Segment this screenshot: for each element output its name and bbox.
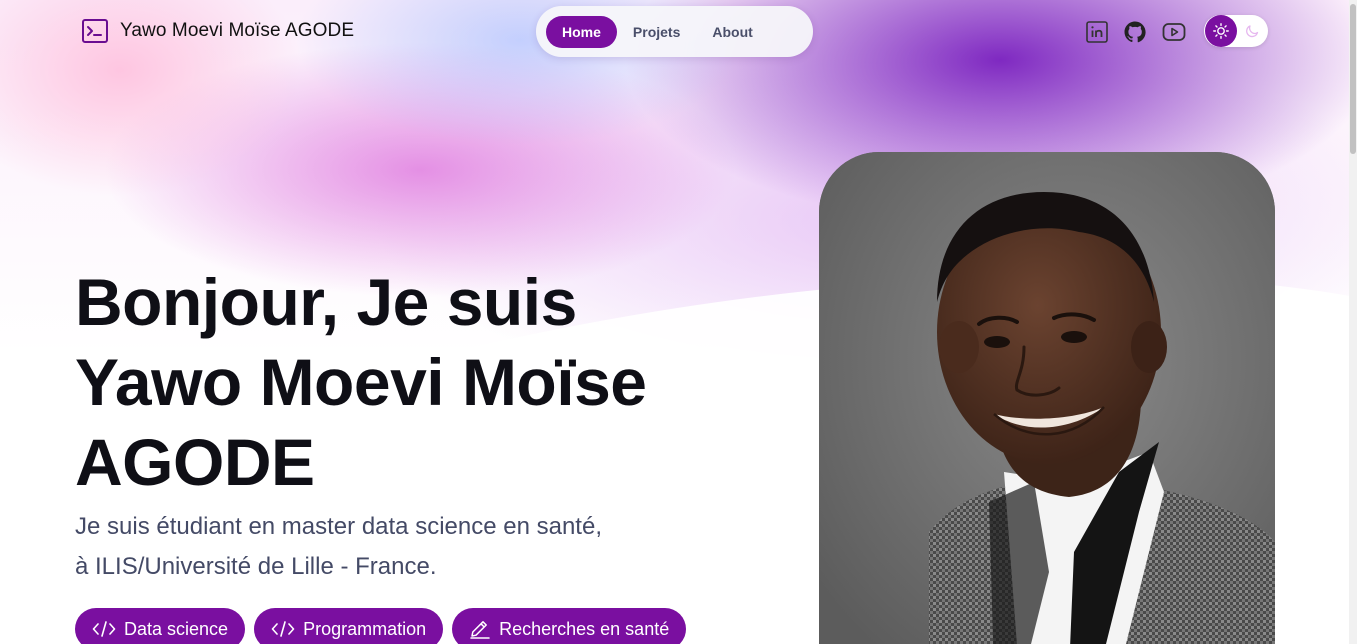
hero-title: Bonjour, Je suis Yawo Moevi Moïse AGODE [75, 262, 775, 502]
code-icon [271, 621, 295, 637]
youtube-icon [1162, 23, 1186, 41]
hero-subtitle-line: à ILIS/Université de Lille - France. [75, 553, 437, 580]
tag-label: Data science [124, 618, 229, 639]
main-nav: Home Projets About [536, 6, 813, 57]
github-link[interactable] [1123, 20, 1147, 44]
tag-label: Recherches en santé [499, 618, 670, 639]
page-scrollbar[interactable] [1349, 0, 1357, 644]
tag-data-science[interactable]: Data science [75, 608, 246, 644]
tag-label: Programmation [303, 618, 427, 639]
linkedin-link[interactable] [1086, 21, 1108, 43]
skill-tags: Data science Programmation Recherches en… [75, 608, 687, 644]
brand-name: Yawo Moevi Moïse AGODE [120, 20, 355, 41]
terminal-icon [82, 19, 108, 43]
linkedin-icon [1086, 21, 1108, 43]
code-icon [92, 621, 116, 637]
nav-item-projets[interactable]: Projets [617, 16, 696, 48]
hero-title-line: Yawo Moevi Moïse [75, 345, 647, 419]
social-links [1086, 20, 1186, 44]
nav-item-about[interactable]: About [696, 16, 768, 48]
pencil-icon [470, 621, 490, 639]
tag-programmation[interactable]: Programmation [254, 608, 444, 644]
theme-toggle[interactable] [1204, 15, 1268, 47]
hero-subtitle: Je suis étudiant en master data science … [75, 507, 775, 587]
brand-logo-link[interactable]: Yawo Moevi Moïse AGODE [82, 19, 354, 43]
hero-title-line: AGODE [75, 425, 315, 499]
light-mode-button[interactable] [1205, 15, 1237, 47]
youtube-link[interactable] [1162, 21, 1186, 43]
sun-icon [1213, 23, 1229, 39]
scrollbar-thumb[interactable] [1350, 4, 1356, 154]
hero-title-line: Bonjour, Je suis [75, 265, 577, 339]
hero-subtitle-line: Je suis étudiant en master data science … [75, 513, 602, 540]
tag-recherches-en-sante[interactable]: Recherches en santé [452, 608, 687, 644]
github-icon [1124, 21, 1146, 43]
profile-photo [819, 152, 1275, 644]
nav-item-home[interactable]: Home [546, 15, 617, 48]
moon-icon[interactable] [1244, 23, 1260, 39]
